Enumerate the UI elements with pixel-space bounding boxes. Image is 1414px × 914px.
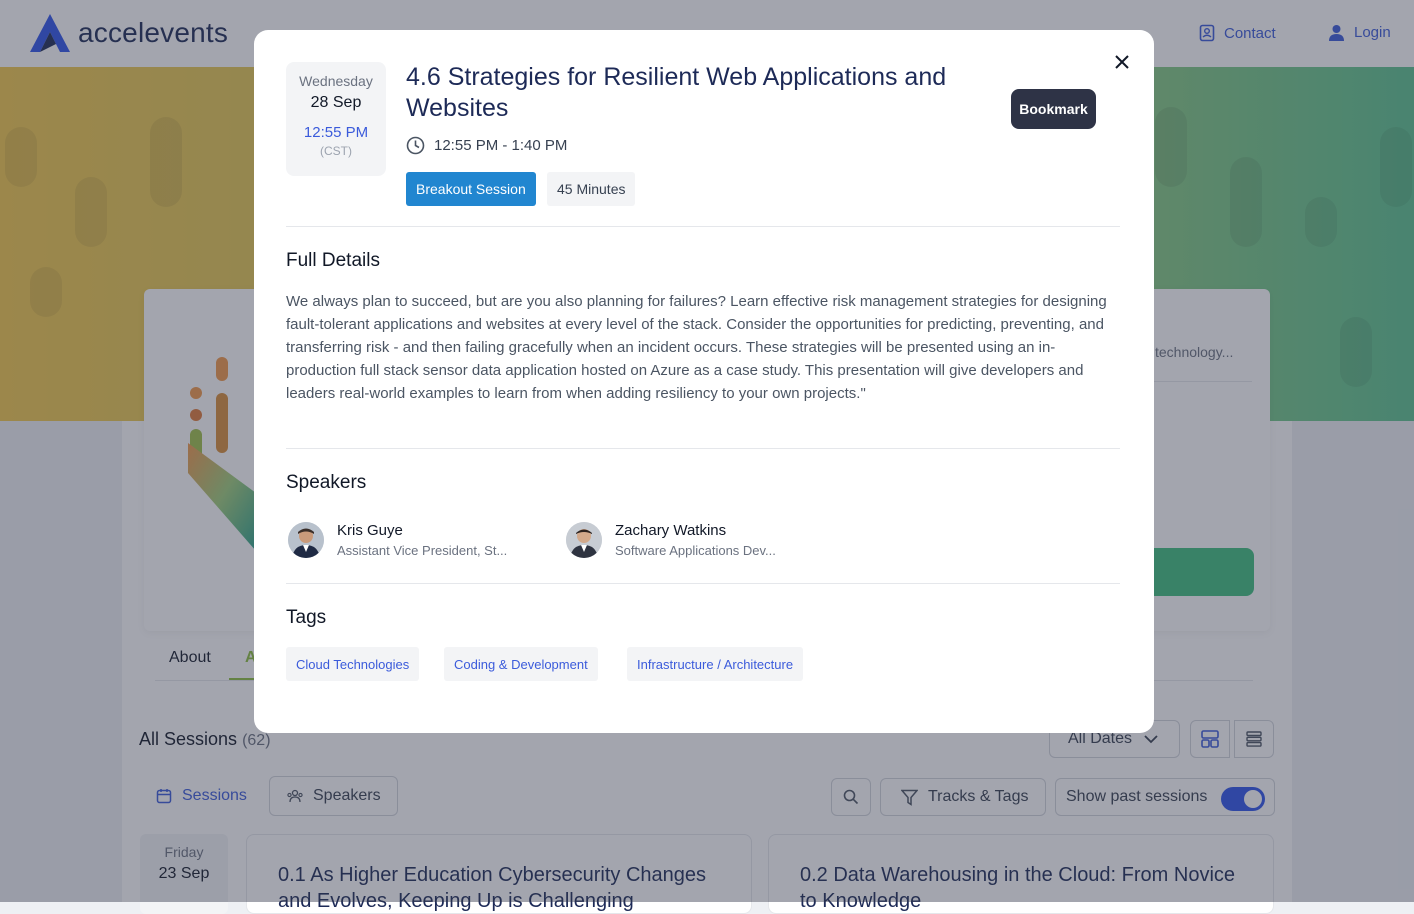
time-range-text: 12:55 PM - 1:40 PM bbox=[434, 137, 568, 154]
session-date-badge: Wednesday 28 Sep 12:55 PM (CST) bbox=[286, 62, 386, 176]
speaker-name: Kris Guye bbox=[337, 522, 403, 539]
tag-chip[interactable]: Infrastructure / Architecture bbox=[627, 647, 804, 681]
tag-chip[interactable]: Cloud Technologies bbox=[286, 647, 420, 681]
full-details-text: We always plan to succeed, but are you a… bbox=[286, 293, 1107, 402]
close-icon bbox=[1115, 55, 1129, 69]
speaker-title: Software Applications Dev... bbox=[615, 543, 776, 558]
session-start-time: 12:55 PM bbox=[303, 124, 369, 141]
speaker-item[interactable]: Zachary Watkins Software Applications De… bbox=[566, 522, 776, 558]
session-detail-modal: Wednesday 28 Sep 12:55 PM (CST) 4.6 Stra… bbox=[254, 30, 1154, 733]
divider bbox=[286, 448, 1120, 449]
full-details-heading: Full Details bbox=[286, 250, 380, 271]
bookmark-button[interactable]: Bookmark bbox=[1011, 89, 1096, 129]
speaker-item[interactable]: Kris Guye Assistant Vice President, St..… bbox=[288, 522, 507, 558]
divider bbox=[286, 226, 1120, 227]
session-timezone: (CST) bbox=[320, 144, 352, 158]
close-modal-button[interactable] bbox=[1110, 50, 1134, 74]
avatar bbox=[566, 522, 602, 558]
speakers-heading: Speakers bbox=[286, 472, 367, 493]
session-title: 4.6 Strategies for Resilient Web Applica… bbox=[406, 63, 947, 122]
speaker-name: Zachary Watkins bbox=[615, 522, 727, 539]
session-date: 28 Sep bbox=[310, 94, 362, 111]
session-day-of-week: Wednesday bbox=[299, 73, 373, 89]
session-type-badge: Breakout Session bbox=[406, 172, 536, 206]
clock-icon bbox=[406, 136, 425, 155]
avatar bbox=[288, 522, 324, 558]
duration-badge: 45 Minutes bbox=[547, 172, 636, 206]
session-time-range: 12:55 PM - 1:40 PM bbox=[406, 136, 567, 155]
tag-chip[interactable]: Coding & Development bbox=[444, 647, 598, 681]
tags-heading: Tags bbox=[286, 607, 327, 628]
speaker-title: Assistant Vice President, St... bbox=[337, 543, 508, 558]
divider bbox=[286, 583, 1120, 584]
